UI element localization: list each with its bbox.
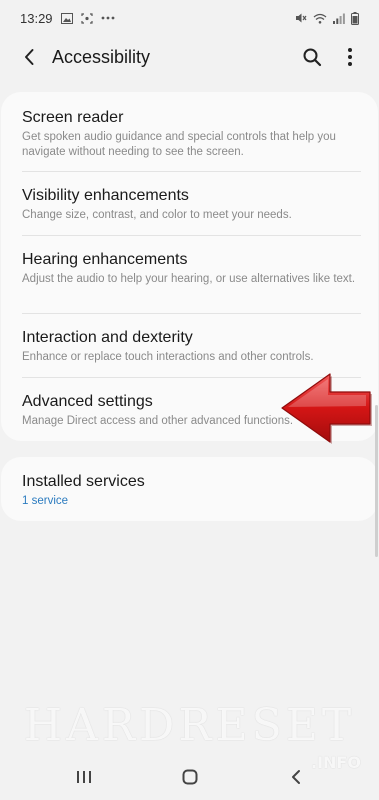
nav-back-button[interactable]	[283, 764, 309, 790]
scrollbar[interactable]	[375, 405, 378, 557]
recent-apps-button[interactable]	[71, 764, 97, 790]
settings-item-installed-services[interactable]: Installed services 1 service	[22, 472, 362, 509]
divider	[22, 313, 361, 314]
home-icon	[182, 769, 198, 785]
search-icon	[303, 48, 322, 67]
recent-apps-icon	[77, 771, 91, 783]
home-button[interactable]	[177, 764, 203, 790]
wifi-icon	[313, 13, 327, 24]
navigation-bar	[0, 752, 379, 800]
back-button[interactable]	[16, 44, 42, 70]
divider	[22, 235, 361, 236]
item-subtitle: Get spoken audio guidance and special co…	[22, 131, 336, 158]
chevron-left-icon	[25, 49, 34, 65]
more-options-button[interactable]	[337, 44, 363, 70]
settings-item-visibility-enhancements[interactable]: Visibility enhancements Change size, con…	[22, 186, 362, 223]
installed-services-card: Installed services 1 service	[1, 457, 378, 521]
item-title: Hearing enhancements	[22, 251, 188, 268]
settings-item-interaction-and-dexterity[interactable]: Interaction and dexterity Enhance or rep…	[22, 328, 362, 365]
divider	[22, 171, 361, 172]
page-title: Accessibility	[52, 47, 151, 67]
item-subtitle: Adjust the audio to help your hearing, o…	[22, 273, 356, 285]
item-title: Interaction and dexterity	[22, 329, 193, 346]
battery-icon	[351, 11, 359, 25]
item-subtitle: Enhance or replace touch interactions an…	[22, 351, 314, 363]
red-arrow-icon	[281, 373, 372, 444]
image-icon	[60, 12, 73, 24]
signal-icon	[333, 13, 345, 24]
search-button[interactable]	[299, 44, 325, 70]
back-icon	[292, 770, 300, 784]
item-subtitle: 1 service	[22, 495, 69, 507]
more-vert-icon	[348, 48, 352, 66]
item-title: Screen reader	[22, 109, 124, 126]
mute-icon	[295, 12, 307, 24]
settings-item-hearing-enhancements[interactable]: Hearing enhancements Adjust the audio to…	[22, 250, 362, 287]
item-title: Visibility enhancements	[22, 187, 189, 204]
app-bar: Accessibility	[0, 36, 379, 78]
screenshot-icon	[80, 12, 93, 24]
status-bar: 13:29	[0, 0, 379, 36]
item-subtitle: Change size, contrast, and color to meet…	[22, 209, 292, 221]
more-dots-icon	[101, 16, 115, 20]
status-time: 13:29	[20, 10, 53, 26]
item-title: Installed services	[22, 473, 145, 490]
watermark: HARDRESET	[23, 700, 356, 751]
settings-item-screen-reader[interactable]: Screen reader Get spoken audio guidance …	[22, 108, 362, 160]
